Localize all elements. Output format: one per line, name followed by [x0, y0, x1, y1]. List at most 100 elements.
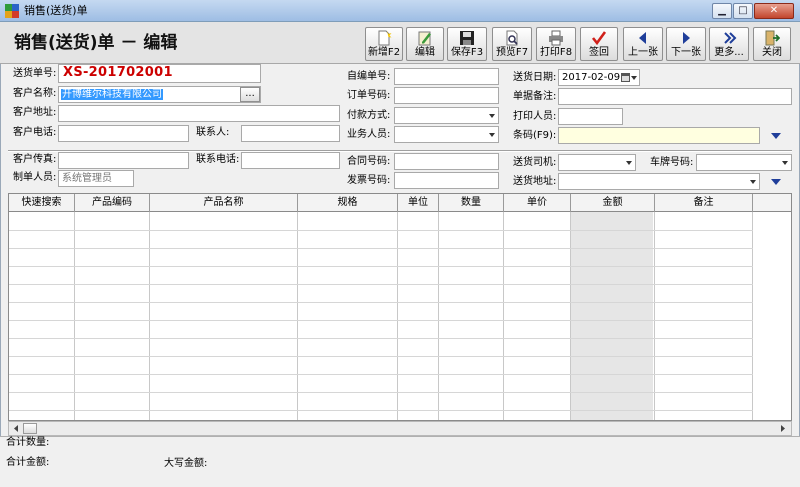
page-title: 销售(送货)单 － 编辑 [14, 33, 178, 53]
grid-column-line [397, 212, 398, 420]
order-no-field[interactable]: XS-201702001 [58, 64, 261, 83]
remark-field[interactable] [558, 88, 792, 105]
date-value: 2017-02-09 [562, 72, 621, 83]
fax-field[interactable] [58, 152, 189, 169]
scrollbar-thumb[interactable] [23, 423, 37, 434]
contact-phone-field[interactable] [241, 152, 340, 169]
footer-totals [0, 436, 800, 487]
column-header-quick-search[interactable]: 快速搜索 [9, 194, 75, 212]
more-icon [724, 32, 737, 44]
column-header-price[interactable]: 单价 [504, 194, 571, 212]
arrow-right-icon [683, 32, 690, 44]
more-button[interactable]: 更多... [709, 27, 749, 61]
table-row[interactable] [9, 356, 753, 357]
plate-select[interactable] [696, 154, 792, 171]
edit-button[interactable]: 编辑 [406, 27, 444, 61]
address2-select[interactable] [558, 173, 760, 190]
date-label: 送货日期: [513, 72, 557, 83]
customer-phone-field[interactable] [58, 125, 189, 142]
column-header-product-code[interactable]: 产品编码 [75, 194, 150, 212]
chevron-down-icon [626, 161, 632, 165]
payment-select[interactable] [394, 107, 499, 124]
ref-no-field[interactable] [394, 87, 499, 104]
order-no-label: 送货单号: [13, 68, 57, 79]
maker-field[interactable]: 系统管理员 [58, 170, 134, 187]
date-picker[interactable]: 2017-02-09 [558, 69, 640, 86]
table-row[interactable] [9, 374, 753, 375]
ref-no-label: 订单号码: [347, 90, 391, 101]
table-row[interactable] [9, 302, 753, 303]
chevron-down-icon [631, 76, 637, 80]
chevron-down-icon [489, 114, 495, 118]
printer-label: 打印人员: [513, 111, 557, 122]
maximize-button[interactable]: □ [733, 3, 753, 19]
column-header-amount[interactable]: 金额 [571, 194, 655, 212]
grid-header: 快速搜索 产品编码 产品名称 规格 单位 数量 单价 金额 备注 [9, 194, 791, 212]
column-header-remark[interactable]: 备注 [655, 194, 753, 212]
contact-field[interactable] [241, 125, 340, 142]
exit-icon [765, 30, 780, 46]
close-button[interactable]: 关闭 [753, 27, 791, 61]
previous-button[interactable]: 上一张 [623, 27, 663, 61]
edit-button-label: 编辑 [415, 47, 435, 58]
floppy-disk-icon [460, 31, 474, 45]
customer-pick-button[interactable]: ... [240, 87, 260, 102]
salesman-select[interactable] [394, 126, 499, 143]
table-row[interactable] [9, 338, 753, 339]
calendar-icon [621, 73, 630, 82]
minimize-button[interactable]: ▁ [712, 3, 732, 19]
new-button[interactable]: 新增F2 [365, 27, 403, 61]
horizontal-scrollbar[interactable] [8, 421, 792, 436]
column-header-unit[interactable]: 单位 [398, 194, 439, 212]
grid-column-line [570, 212, 571, 420]
printer-field[interactable] [558, 108, 623, 125]
table-row[interactable] [9, 410, 753, 411]
table-row[interactable] [9, 284, 753, 285]
own-no-field[interactable] [394, 68, 499, 85]
chevron-down-icon [782, 161, 788, 165]
scroll-left-icon[interactable] [10, 423, 23, 434]
contract-field[interactable] [394, 153, 499, 170]
new-button-label: 新增F2 [367, 47, 401, 58]
close-button-label: 关闭 [762, 47, 782, 58]
customer-name-field[interactable]: 开博维尔科技有限公司 [58, 86, 261, 103]
remark-label: 单据备注: [513, 91, 557, 102]
save-button[interactable]: 保存F3 [447, 27, 487, 61]
column-header-quantity[interactable]: 数量 [439, 194, 504, 212]
table-row[interactable] [9, 392, 753, 393]
scroll-right-icon[interactable] [778, 423, 789, 434]
approve-button[interactable]: 签回 [580, 27, 618, 61]
barcode-input[interactable] [558, 127, 760, 144]
contact-label: 联系人: [196, 127, 230, 138]
preview-icon [506, 30, 518, 46]
fax-label: 客户传真: [13, 154, 57, 165]
column-header-product-name[interactable]: 产品名称 [150, 194, 298, 212]
customer-name-selection: 开博维尔科技有限公司 [61, 89, 163, 100]
window-close-button[interactable]: ✕ [754, 3, 794, 19]
customer-address-label: 客户地址: [13, 107, 57, 118]
new-document-icon [378, 30, 392, 46]
expand-down-icon[interactable] [771, 179, 781, 185]
table-row[interactable] [9, 266, 753, 267]
product-grid[interactable]: 快速搜索 产品编码 产品名称 规格 单位 数量 单价 金额 备注 [8, 193, 792, 421]
chevron-down-icon [489, 133, 495, 137]
checkmark-icon [591, 31, 607, 46]
grid-column-line [752, 212, 753, 420]
print-button[interactable]: 打印F8 [536, 27, 576, 61]
table-row[interactable] [9, 248, 753, 249]
table-row[interactable] [9, 230, 753, 231]
grid-column-line [149, 212, 150, 420]
preview-button[interactable]: 预览F7 [492, 27, 532, 61]
more-button-label: 更多... [714, 47, 744, 58]
expand-down-icon[interactable] [771, 133, 781, 139]
customer-phone-label: 客户电话: [13, 127, 57, 138]
next-button[interactable]: 下一张 [666, 27, 706, 61]
column-header-spec[interactable]: 规格 [298, 194, 398, 212]
driver-select[interactable] [558, 154, 636, 171]
total-amount-label: 合计金额: [6, 457, 50, 468]
table-row[interactable] [9, 320, 753, 321]
driver-label: 送货司机: [513, 157, 557, 168]
invoice-field[interactable] [394, 172, 499, 189]
customer-address-field[interactable] [58, 105, 340, 122]
total-quantity-label: 合计数量: [6, 437, 50, 448]
